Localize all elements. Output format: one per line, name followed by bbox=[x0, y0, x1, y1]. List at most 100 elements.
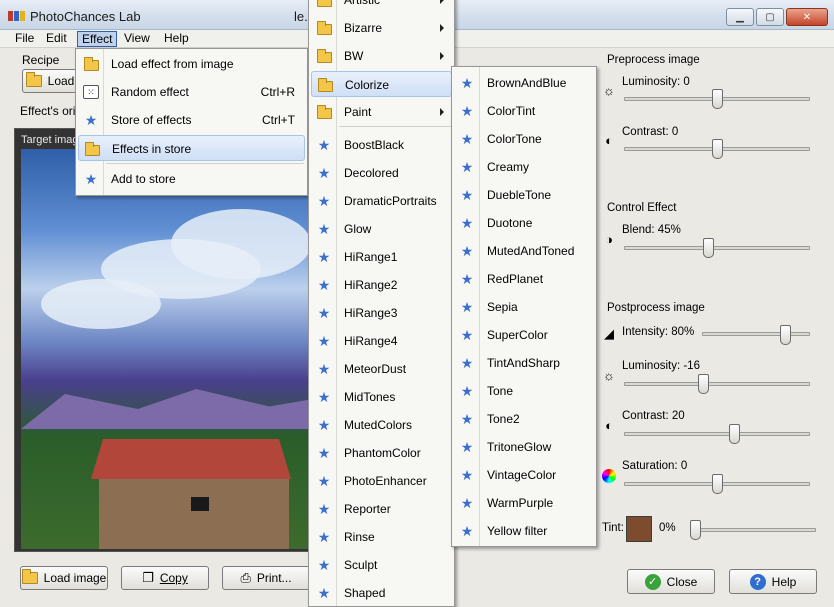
colorize-item-tintandsharp[interactable]: ★ TintAndSharp bbox=[454, 350, 594, 376]
menu-view[interactable]: View bbox=[120, 31, 154, 47]
post-contrast-slider[interactable] bbox=[729, 424, 740, 444]
store-item-rinse[interactable]: ★ Rinse bbox=[311, 524, 452, 550]
store-item-paint[interactable]: Paint bbox=[311, 99, 452, 125]
menu-item-random-effect[interactable]: ⁙ Random effect Ctrl+R bbox=[78, 79, 305, 105]
blend-slider[interactable] bbox=[702, 238, 714, 258]
store-item-reporter[interactable]: ★ Reporter bbox=[311, 496, 452, 522]
store-item-label: MidTones bbox=[344, 390, 396, 404]
saturation-slider[interactable] bbox=[711, 474, 723, 494]
store-item-label: Paint bbox=[344, 105, 372, 119]
colorize-item-creamy[interactable]: ★ Creamy bbox=[454, 154, 594, 180]
submenu-arrow-icon bbox=[440, 24, 444, 32]
store-item-dramaticportraits[interactable]: ★ DramaticPortraits bbox=[311, 188, 452, 214]
star-icon: ★ bbox=[317, 249, 331, 265]
colorize-item-brownandblue[interactable]: ★ BrownAndBlue bbox=[454, 70, 594, 96]
store-item-artistic[interactable]: Artistic bbox=[311, 0, 452, 13]
post-luminosity-track bbox=[624, 382, 810, 386]
menu-item-add-to-store[interactable]: ★ Add to store bbox=[78, 166, 305, 192]
intensity-slider[interactable] bbox=[779, 325, 791, 345]
store-item-label: BoostBlack bbox=[344, 138, 405, 152]
store-item-hirange1[interactable]: ★ HiRange1 bbox=[311, 244, 452, 270]
star-icon: ★ bbox=[460, 439, 474, 455]
star-icon: ★ bbox=[317, 445, 331, 461]
menu-item-label: Store of effects bbox=[111, 113, 192, 127]
close-window-button[interactable]: ✕ bbox=[786, 8, 828, 26]
load-image-label: Load image bbox=[43, 571, 107, 585]
menu-item-label: Load effect from image bbox=[111, 57, 234, 71]
print-button[interactable]: ⎙ Print... bbox=[222, 566, 310, 590]
store-item-label: HiRange4 bbox=[344, 334, 398, 348]
colorize-item-tritoneglow[interactable]: ★ TritoneGlow bbox=[454, 434, 594, 460]
colorize-item-colortone[interactable]: ★ ColorTone bbox=[454, 126, 594, 152]
check-icon: ✓ bbox=[644, 573, 661, 590]
maximize-icon: ▢ bbox=[765, 11, 775, 23]
effect-menu: Load effect from image ⁙ Random effect Ctrl… bbox=[75, 48, 308, 196]
colorize-item-supercolor[interactable]: ★ SuperColor bbox=[454, 322, 594, 348]
colorize-item-mutedandtoned[interactable]: ★ MutedAndToned bbox=[454, 238, 594, 264]
colorize-item-tone2[interactable]: ★ Tone2 bbox=[454, 406, 594, 432]
effect-origin-label: Effect's orig bbox=[20, 104, 83, 118]
store-item-bizarre[interactable]: Bizarre bbox=[311, 15, 452, 41]
store-item-glow[interactable]: ★ Glow bbox=[311, 216, 452, 242]
store-item-label: Bizarre bbox=[344, 21, 383, 35]
pre-contrast-slider[interactable] bbox=[711, 139, 723, 159]
store-item-label: BW bbox=[344, 49, 364, 63]
colorize-item-sepia[interactable]: ★ Sepia bbox=[454, 294, 594, 320]
tint-slider[interactable] bbox=[690, 520, 701, 540]
menu-edit[interactable]: Edit bbox=[42, 31, 71, 47]
copy-button[interactable]: ❐ Copy bbox=[121, 566, 209, 590]
maximize-button[interactable]: ▢ bbox=[756, 8, 784, 26]
star-icon: ★ bbox=[460, 327, 474, 343]
store-item-sculpt[interactable]: ★ Sculpt bbox=[311, 552, 452, 578]
minimize-button[interactable]: ▁ bbox=[726, 8, 754, 26]
colorize-item-label: Sepia bbox=[487, 300, 518, 314]
help-button[interactable]: ? Help bbox=[729, 569, 817, 594]
store-item-photoenhancer[interactable]: ★ PhotoEnhancer bbox=[311, 468, 452, 494]
store-item-decolored[interactable]: ★ Decolored bbox=[311, 160, 452, 186]
menu-help[interactable]: Help bbox=[160, 31, 193, 47]
menu-item-effects-in-store[interactable]: Effects in store bbox=[78, 135, 305, 161]
star-icon: ★ bbox=[317, 165, 331, 181]
colorize-item-warmpurple[interactable]: ★ WarmPurple bbox=[454, 490, 594, 516]
colorize-item-colortint[interactable]: ★ ColorTint bbox=[454, 98, 594, 124]
store-item-label: Glow bbox=[344, 222, 372, 236]
store-item-meteordust[interactable]: ★ MeteorDust bbox=[311, 356, 452, 382]
store-item-mutedcolors[interactable]: ★ MutedColors bbox=[311, 412, 452, 438]
menu-file[interactable]: File bbox=[11, 31, 38, 47]
store-item-colorize[interactable]: Colorize bbox=[311, 71, 452, 97]
control-effect-title: Control Effect bbox=[607, 202, 677, 214]
folder-icon bbox=[317, 0, 332, 7]
store-item-hirange4[interactable]: ★ HiRange4 bbox=[311, 328, 452, 354]
post-contrast-track bbox=[624, 432, 810, 436]
tint-color-swatch[interactable] bbox=[626, 516, 652, 542]
store-item-boostblack[interactable]: ★ BoostBlack bbox=[311, 132, 452, 158]
close-label: Close bbox=[666, 574, 698, 589]
intensity-label: Intensity: 80% bbox=[622, 326, 695, 338]
tint-percent-label: 0% bbox=[659, 522, 676, 534]
store-item-hirange3[interactable]: ★ HiRange3 bbox=[311, 300, 452, 326]
colorize-item-redplanet[interactable]: ★ RedPlanet bbox=[454, 266, 594, 292]
menu-effect[interactable]: Effect bbox=[77, 31, 118, 47]
store-item-shaped[interactable]: ★ Shaped bbox=[311, 580, 452, 606]
target-image-label: Target imag bbox=[21, 134, 79, 146]
store-item-midtones[interactable]: ★ MidTones bbox=[311, 384, 452, 410]
load-image-button[interactable]: Load image bbox=[20, 566, 108, 590]
pre-luminosity-slider[interactable] bbox=[711, 89, 723, 109]
colorize-item-vintagecolor[interactable]: ★ VintageColor bbox=[454, 462, 594, 488]
store-item-bw[interactable]: BW bbox=[311, 43, 452, 69]
post-luminosity-slider[interactable] bbox=[697, 374, 709, 394]
colorize-item-yellow-filter[interactable]: ★ Yellow filter bbox=[454, 518, 594, 544]
menu-item-store-of-effects[interactable]: ★ Store of effects Ctrl+T bbox=[78, 107, 305, 133]
colorize-item-duotone[interactable]: ★ Duotone bbox=[454, 210, 594, 236]
colorize-item-label: TritoneGlow bbox=[487, 440, 552, 454]
menu-item-load-effect-from-image[interactable]: Load effect from image bbox=[78, 51, 305, 77]
colorize-item-label: Tone bbox=[487, 384, 514, 398]
house-image bbox=[91, 439, 291, 549]
close-button[interactable]: ✓ Close bbox=[627, 569, 715, 594]
store-item-hirange2[interactable]: ★ HiRange2 bbox=[311, 272, 452, 298]
colorize-item-duebletone[interactable]: ★ DuebleTone bbox=[454, 182, 594, 208]
colorize-item-tone[interactable]: ★ Tone bbox=[454, 378, 594, 404]
colorize-item-label: Yellow filter bbox=[487, 524, 548, 538]
store-item-phantomcolor[interactable]: ★ PhantomColor bbox=[311, 440, 452, 466]
load-recipe-button[interactable]: Load bbox=[22, 69, 78, 93]
